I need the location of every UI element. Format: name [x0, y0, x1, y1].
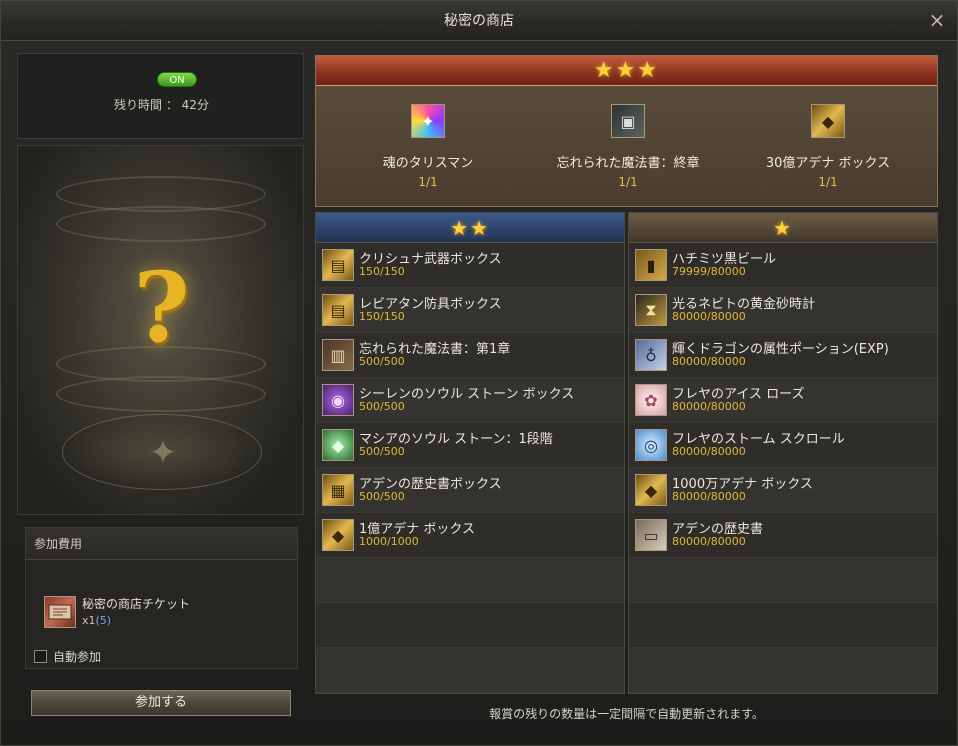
tier-2-header: ★★ [316, 213, 624, 243]
tier-3-item[interactable]: ◆ 30億アデナ ボックス 1/1 [728, 104, 928, 189]
item-count: 500/500 [359, 400, 405, 413]
item-count: 80000/80000 [672, 355, 746, 368]
item-count: 80000/80000 [672, 490, 746, 503]
tier-2-panel: ★★ ▤ クリシュナ武器ボックス 150/150 ▤ レビアタン防具ボックス 150/1… [315, 212, 625, 694]
list-item[interactable]: ▮ ハチミツ黒ビール 79999/80000 [629, 243, 937, 288]
decorative-ring [56, 376, 266, 412]
window-titlebar: 秘密の商店 × [1, 1, 957, 41]
entry-cost-panel: 参加費用 秘密の商店チケット x1(5) 自動参加 [25, 527, 298, 669]
auto-join-row[interactable]: 自動参加 [34, 648, 101, 665]
scroll-icon: ◎ [635, 429, 667, 461]
tier-1-list: ▮ ハチミツ黒ビール 79999/80000 ⧗ 光るネビトの黄金砂時計 80000/8… [629, 243, 937, 693]
list-item[interactable]: ▤ クリシュナ武器ボックス 150/150 [316, 243, 624, 288]
tier-3-item[interactable]: ▣ 忘れられた魔法書：終章 1/1 [528, 104, 728, 189]
item-name: 30億アデナ ボックス [765, 156, 891, 171]
hourglass-icon: ⧗ [635, 294, 667, 326]
three-star-icon: ★★★ [593, 58, 660, 83]
window-title: 秘密の商店 [444, 13, 514, 29]
empty-row [316, 603, 624, 648]
list-item[interactable]: ◆ 1億アデナ ボックス 1000/1000 [316, 513, 624, 558]
auto-join-label: 自動参加 [53, 650, 102, 664]
list-item[interactable]: ◆ マシアのソウル ストーン：1段階 500/500 [316, 423, 624, 468]
empty-row [316, 648, 624, 693]
list-item[interactable]: ▥ 忘れられた魔法書：第1章 500/500 [316, 333, 624, 378]
empty-row [629, 558, 937, 603]
tier-3-header: ★★★ [316, 56, 937, 86]
compass-emblem-icon: ✦ [62, 414, 262, 490]
adena-box-icon: ◆ [322, 519, 354, 551]
potion-icon: ♁ [635, 339, 667, 371]
ticket-owned-qty: (5) [95, 614, 112, 627]
item-count: 80000/80000 [672, 310, 746, 323]
spellbook-icon: ▥ [322, 339, 354, 371]
decorative-ring [56, 206, 266, 242]
weapon-box-icon: ▤ [322, 249, 354, 281]
soulstone-box-icon: ◉ [322, 384, 354, 416]
item-count: 500/500 [359, 445, 405, 458]
list-item[interactable]: ▭ アデンの歴史書 80000/80000 [629, 513, 937, 558]
item-count: 500/500 [359, 490, 405, 503]
list-item[interactable]: ◎ フレヤのストーム スクロール 80000/80000 [629, 423, 937, 468]
question-mark-icon: ? [133, 251, 190, 364]
two-star-icon: ★★ [450, 216, 490, 240]
item-count: 80000/80000 [672, 400, 746, 413]
armor-box-icon: ▤ [322, 294, 354, 326]
spellbook-icon: ▣ [611, 104, 645, 138]
list-item[interactable]: ▤ レビアタン防具ボックス 150/150 [316, 288, 624, 333]
history-book-icon: ▭ [635, 519, 667, 551]
tier-2-list: ▤ クリシュナ武器ボックス 150/150 ▤ レビアタン防具ボックス 150/150 … [316, 243, 624, 693]
list-item[interactable]: ▦ アデンの歴史書ボックス 500/500 [316, 468, 624, 513]
ticket-name: 秘密の商店チケット [82, 597, 191, 611]
item-count: 1/1 [418, 175, 438, 189]
history-box-icon: ▦ [322, 474, 354, 506]
remaining-time: 残り時間 ： 42分 [114, 98, 209, 112]
mystery-reward-display: ? ✦ [17, 145, 304, 515]
empty-row [629, 603, 937, 648]
item-count: 150/150 [359, 310, 405, 323]
ticket-required-qty: x1 [82, 614, 96, 627]
footer-note: 報賞の残りの数量は一定間隔で自動更新されます。 [489, 707, 764, 721]
item-name: 魂のタリスマン [382, 156, 474, 171]
adena-box-icon: ◆ [635, 474, 667, 506]
tier-1-header: ★ [629, 213, 937, 243]
item-count: 150/150 [359, 265, 405, 278]
tier-1-panel: ★ ▮ ハチミツ黒ビール 79999/80000 ⧗ 光るネビトの黄金砂時計 80000… [628, 212, 938, 694]
ticket-icon [44, 596, 76, 628]
list-item[interactable]: ◉ シーレンのソウル ストーン ボックス 500/500 [316, 378, 624, 423]
status-badge: ON [157, 72, 197, 87]
one-star-icon: ★ [773, 216, 793, 240]
item-count: 500/500 [359, 355, 405, 368]
entry-cost-header: 参加費用 [26, 528, 297, 560]
join-button[interactable]: 参加する [31, 690, 291, 716]
list-item[interactable]: ♁ 輝くドラゴンの属性ポーション(EXP) 80000/80000 [629, 333, 937, 378]
item-count: 1/1 [618, 175, 638, 189]
list-item[interactable]: ✿ フレヤのアイス ローズ 80000/80000 [629, 378, 937, 423]
beer-icon: ▮ [635, 249, 667, 281]
item-count: 1000/1000 [359, 535, 419, 548]
tier-3-panel: ★★★ ✦ 魂のタリスマン 1/1 ▣ 忘れられた魔法書：終章 1/1 ◆ 30… [315, 55, 938, 207]
tier-3-item[interactable]: ✦ 魂のタリスマン 1/1 [328, 104, 528, 189]
item-name: 忘れられた魔法書：終章 [556, 156, 700, 171]
rose-icon: ✿ [635, 384, 667, 416]
list-item[interactable]: ⧗ 光るネビトの黄金砂時計 80000/80000 [629, 288, 937, 333]
item-count: 80000/80000 [672, 445, 746, 458]
auto-join-checkbox[interactable] [34, 650, 47, 663]
status-panel: ON 残り時間 ： 42分 [17, 53, 304, 139]
adena-box-icon: ◆ [811, 104, 845, 138]
empty-row [316, 558, 624, 603]
soulstone-icon: ◆ [322, 429, 354, 461]
list-item[interactable]: ◆ 1000万アデナ ボックス 80000/80000 [629, 468, 937, 513]
item-count: 80000/80000 [672, 535, 746, 548]
close-icon[interactable]: × [927, 10, 947, 30]
secret-shop-window: 秘密の商店 × ON 残り時間 ： 42分 ? ✦ 参加費用 秘密の商店チケット… [0, 0, 958, 746]
item-count: 79999/80000 [672, 265, 746, 278]
empty-row [629, 648, 937, 693]
compass-star-icon: ✦ [148, 433, 178, 473]
item-count: 1/1 [818, 175, 838, 189]
ticket-quantity: x1(5) [82, 614, 111, 627]
talisman-icon: ✦ [411, 104, 445, 138]
